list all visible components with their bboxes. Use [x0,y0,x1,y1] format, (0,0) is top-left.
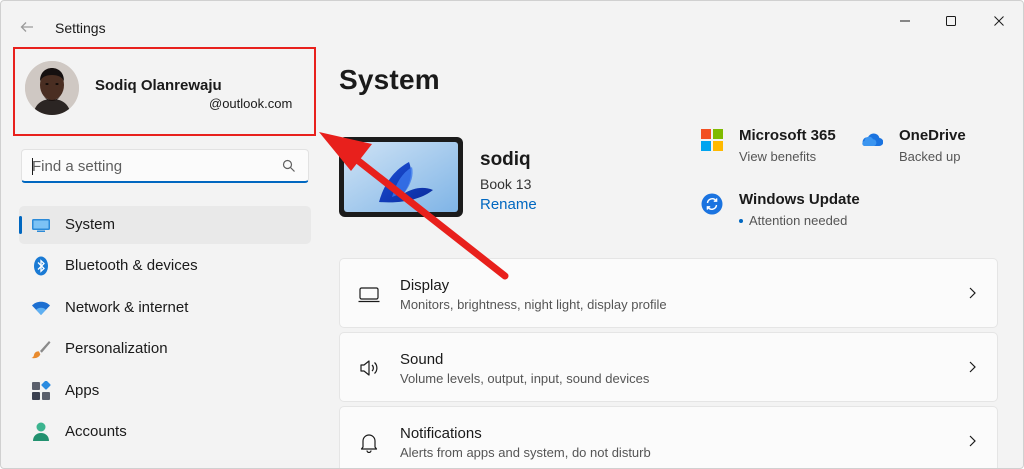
sound-card[interactable]: Sound Volume levels, output, input, soun… [339,332,998,402]
close-button[interactable] [976,7,1022,35]
sidebar-item-label: Bluetooth & devices [65,257,198,275]
system-icon [31,215,51,235]
device-model: Book 13 [480,176,532,192]
card-title: Sound [400,351,444,368]
device-image [339,137,463,217]
profile-name: Sodiq Olanrewaju [95,77,222,94]
user-profile[interactable]: Sodiq Olanrewaju @outlook.com [15,49,315,135]
card-subtitle: Alerts from apps and system, do not dist… [400,445,651,460]
device-name: sodiq [480,149,531,170]
tile-title: Windows Update [739,191,860,208]
microsoft365-tile[interactable]: Microsoft 365 View benefits [701,127,851,169]
tile-subtitle-wrap: Attention needed [739,213,847,228]
sidebar-item-system[interactable]: System [19,206,311,244]
sidebar-item-personalization[interactable]: Personalization [19,330,311,368]
sidebar-item-label: Network & internet [65,298,189,316]
tile-subtitle: View benefits [739,149,817,164]
search-box[interactable] [21,149,309,183]
status-dot [739,218,743,223]
text-cursor [32,158,33,175]
display-icon [358,287,380,303]
sidebar-item-label: System [65,216,116,233]
bluetooth-icon [31,256,51,276]
card-title: Display [400,277,450,294]
sidebar-item-accounts[interactable]: Accounts [19,413,311,451]
maximize-button[interactable] [928,7,974,35]
notifications-card[interactable]: Notifications Alerts from apps and syste… [339,406,998,468]
title-bar: Settings [1,1,1023,49]
sidebar-item-bluetooth[interactable]: Bluetooth & devices [19,247,311,285]
windows-update-icon [701,193,723,215]
display-card[interactable]: Display Monitors, brightness, night ligh… [339,258,998,328]
windows-update-tile[interactable]: Windows Update Attention needed [701,191,871,233]
rename-link[interactable]: Rename [480,196,537,213]
onedrive-cloud-icon [862,133,883,147]
chevron-right-icon [969,435,976,447]
tile-subtitle: Backed up [899,149,961,164]
avatar [25,61,79,115]
chevron-right-icon [969,361,976,373]
settings-window: Settings Sodiq Olanrewaju @outlook.com F… [0,0,1024,469]
search-input[interactable] [32,156,272,176]
tile-subtitle: Attention needed [749,213,848,228]
sidebar-item-label: Apps [65,381,100,399]
minimize-button[interactable] [882,7,928,35]
sidebar-item-label: Accounts [65,422,127,440]
brush-icon [31,339,51,359]
sidebar-nav: System Bluetooth & devices Network & int… [19,206,311,454]
microsoft-logo-icon [701,129,723,151]
bell-icon [360,434,378,453]
card-subtitle: Volume levels, output, input, sound devi… [400,371,650,386]
selection-indicator [19,216,22,234]
wifi-icon [31,298,51,318]
tile-title: OneDrive [899,127,966,144]
page-title: System [339,64,440,95]
search-icon[interactable] [282,159,296,173]
back-arrow-icon[interactable] [15,15,39,39]
tile-title: Microsoft 365 [739,127,836,144]
speaker-icon [360,360,378,376]
sidebar-item-apps[interactable]: Apps [19,372,311,410]
card-title: Notifications [400,425,482,442]
card-subtitle: Monitors, brightness, night light, displ… [400,297,667,312]
onedrive-tile[interactable]: OneDrive Backed up [861,127,991,169]
sidebar-item-network[interactable]: Network & internet [19,289,311,327]
apps-icon [31,380,51,401]
sidebar-item-label: Personalization [65,340,168,358]
app-title: Settings [55,20,106,36]
chevron-right-icon [969,287,976,299]
accounts-icon [31,422,51,442]
profile-email: @outlook.com [209,96,293,111]
